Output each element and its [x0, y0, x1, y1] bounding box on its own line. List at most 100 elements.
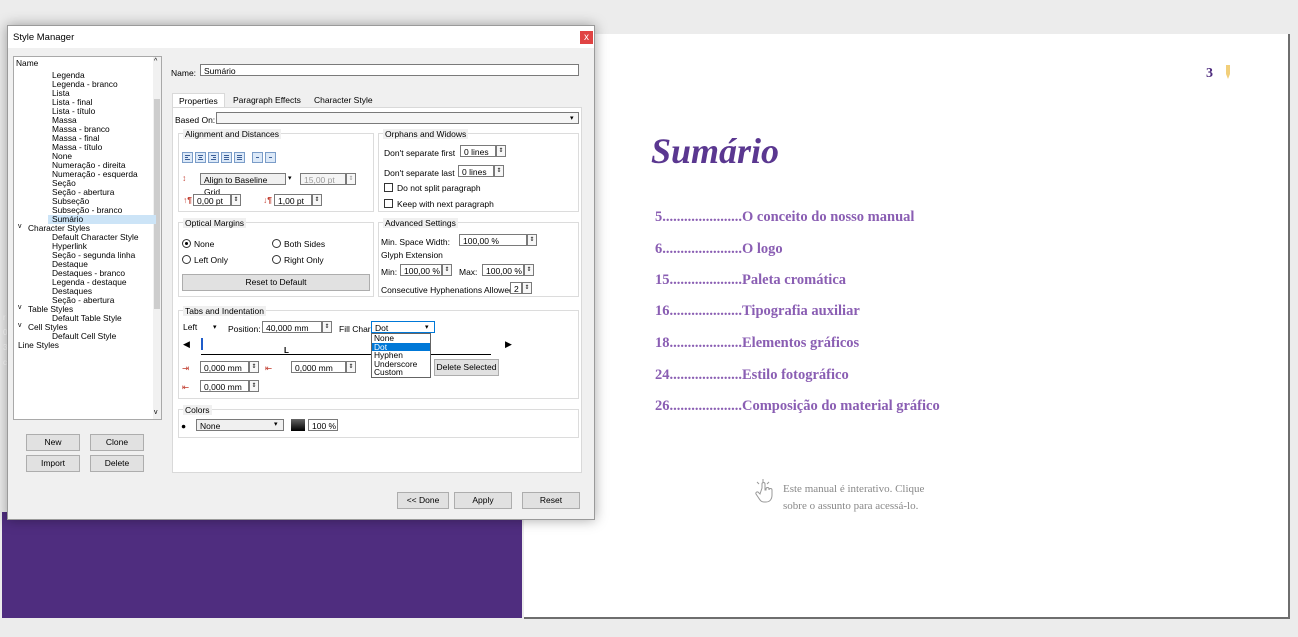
hint-line: sobre o assunto para acessá-lo.	[783, 500, 919, 512]
align-right-icon[interactable]	[208, 152, 219, 163]
toc-item[interactable]: 24....................Estilo fotográfico	[655, 367, 849, 384]
direction-ltr-icon[interactable]	[252, 152, 263, 163]
reset-button[interactable]: Reset	[522, 492, 580, 509]
delete-button[interactable]: Delete	[90, 455, 144, 472]
spin-icon[interactable]: ⇕	[524, 264, 534, 276]
page-number: 3	[1206, 66, 1213, 81]
group-title: Orphans and Widows	[383, 129, 469, 139]
toc-item[interactable]: 26....................Composição do mate…	[655, 398, 940, 415]
spin-icon[interactable]: ⇕	[522, 282, 532, 294]
baseline-mode-select[interactable]: Align to Baseline Grid	[200, 173, 286, 197]
spin-icon[interactable]: ⇕	[231, 194, 241, 206]
spin-icon[interactable]: ⇕	[494, 165, 504, 177]
left-indent-field[interactable]: 0,000 mm	[291, 361, 346, 373]
direction-rtl-icon[interactable]	[265, 152, 276, 163]
right-indent-field[interactable]: 0,000 mm	[200, 380, 249, 392]
spin-icon[interactable]: ⇕	[249, 380, 259, 392]
hyphenations-field[interactable]: 2	[510, 282, 522, 294]
chevron-down-icon: ▾	[288, 175, 292, 182]
scroll-down-icon[interactable]: v	[154, 409, 158, 416]
list-header: Name	[16, 58, 39, 68]
align-justify-icon[interactable]	[221, 152, 232, 163]
based-on-select[interactable]	[216, 112, 579, 124]
last-lines-label: Don't separate last	[384, 168, 455, 178]
position-field[interactable]: 40,000 mm	[262, 321, 322, 333]
chevron-down-icon[interactable]: v	[18, 322, 22, 329]
document-title: Sumário	[651, 131, 780, 171]
glyph-min-field[interactable]: 100,00 %	[400, 264, 442, 276]
align-force-justify-icon[interactable]	[234, 152, 245, 163]
dialog-titlebar[interactable]	[8, 26, 594, 48]
last-lines-field[interactable]: 0 lines	[458, 165, 494, 177]
shade-field[interactable]: 100 %	[308, 419, 338, 431]
close-icon[interactable]: x	[580, 31, 593, 44]
tab-stop-marker[interactable]: L	[284, 346, 289, 355]
first-indent-field[interactable]: 0,000 mm	[200, 361, 249, 373]
chevron-down-icon: ▾	[425, 324, 429, 331]
chevron-down-icon: ▾	[213, 324, 217, 331]
line-spacing-icon: ↕	[182, 173, 187, 183]
done-button[interactable]: << Done	[397, 492, 449, 509]
no-split-checkbox[interactable]	[384, 183, 393, 192]
min-space-field[interactable]: 100,00 %	[459, 234, 527, 246]
spin-icon[interactable]: ⇕	[527, 234, 537, 246]
first-lines-field[interactable]: 0 lines	[460, 145, 496, 157]
line-spacing-field[interactable]: 15,00 pt	[300, 173, 346, 185]
toc-item[interactable]: 18....................Elementos gráficos	[655, 335, 859, 352]
radio-label: Right Only	[284, 255, 324, 265]
align-left-icon[interactable]	[182, 152, 193, 163]
clone-button[interactable]: Clone	[90, 434, 144, 451]
fill-char-dropdown[interactable]: None Dot Hyphen Underscore Custom	[371, 333, 431, 378]
list-item[interactable]: Default Cell Style	[52, 332, 116, 341]
scroll-up-icon[interactable]: ^	[154, 58, 157, 65]
margin-both-radio[interactable]	[272, 239, 281, 248]
keep-next-checkbox[interactable]	[384, 199, 393, 208]
spin-icon[interactable]: ⇕	[346, 361, 356, 373]
ruler-left-arrow-icon[interactable]: ◀	[183, 339, 190, 350]
min-label: Min:	[381, 267, 398, 277]
space-above-field[interactable]: 0,00 pt	[193, 194, 231, 206]
tab-paragraph-effects[interactable]: Paragraph Effects	[227, 93, 307, 107]
toc-item[interactable]: 16....................Tipografia auxilia…	[655, 303, 860, 320]
list-scroll-thumb[interactable]	[154, 99, 160, 309]
chevron-down-icon[interactable]: v	[18, 223, 22, 230]
dropdown-option[interactable]: Custom	[372, 368, 430, 377]
fill-color-select[interactable]: None	[196, 419, 284, 431]
tab-character-style[interactable]: Character Style	[308, 93, 379, 107]
margin-left-radio[interactable]	[182, 255, 191, 264]
purple-page-area	[2, 512, 522, 618]
space-below-field[interactable]: 1,00 pt	[274, 194, 312, 206]
import-button[interactable]: Import	[26, 455, 80, 472]
spin-icon[interactable]: ⇕	[249, 361, 259, 373]
ruler-right-arrow-icon[interactable]: ▶	[505, 339, 512, 350]
spin-icon[interactable]: ⇕	[312, 194, 322, 206]
toc-item[interactable]: 5......................O conceito do nos…	[655, 209, 914, 226]
margin-none-radio[interactable]	[182, 239, 191, 248]
margin-right-radio[interactable]	[272, 255, 281, 264]
toc-item[interactable]: 6......................O logo	[655, 241, 783, 258]
indent-marker[interactable]	[201, 338, 203, 350]
delete-selected-button[interactable]: Delete Selected	[434, 359, 499, 376]
tab-properties[interactable]: Properties	[172, 93, 225, 108]
interactive-hint: Este manual é interativo. Clique sobre o…	[783, 481, 983, 515]
spin-icon[interactable]: ⇕	[442, 264, 452, 276]
style-list[interactable]: Name ^ v Legenda Legenda - branco Lista …	[13, 56, 162, 420]
apply-button[interactable]: Apply	[454, 492, 512, 509]
spin-icon[interactable]: ⇕	[496, 145, 506, 157]
spin-icon[interactable]: ⇕	[346, 173, 356, 185]
reset-default-button[interactable]: Reset to Default	[182, 274, 370, 291]
tab-ruler[interactable]	[201, 342, 491, 355]
chevron-down-icon[interactable]: v	[18, 304, 22, 311]
name-field[interactable]: Sumário	[200, 64, 579, 76]
toc-item[interactable]: 15....................Paleta cromática	[655, 272, 846, 289]
tab-type-select[interactable]: Left	[180, 321, 216, 333]
align-center-icon[interactable]	[195, 152, 206, 163]
list-group-header[interactable]: Line Styles	[18, 341, 59, 350]
radio-label: Both Sides	[284, 239, 326, 249]
glyph-extension-label: Glyph Extension	[381, 250, 443, 260]
fill-bucket-icon: ●	[181, 421, 187, 431]
spin-icon[interactable]: ⇕	[322, 321, 332, 333]
new-button[interactable]: New	[26, 434, 80, 451]
style-manager-dialog: Style Manager x Name ^ v Legenda Legenda…	[7, 25, 595, 520]
glyph-max-field[interactable]: 100,00 %	[482, 264, 524, 276]
